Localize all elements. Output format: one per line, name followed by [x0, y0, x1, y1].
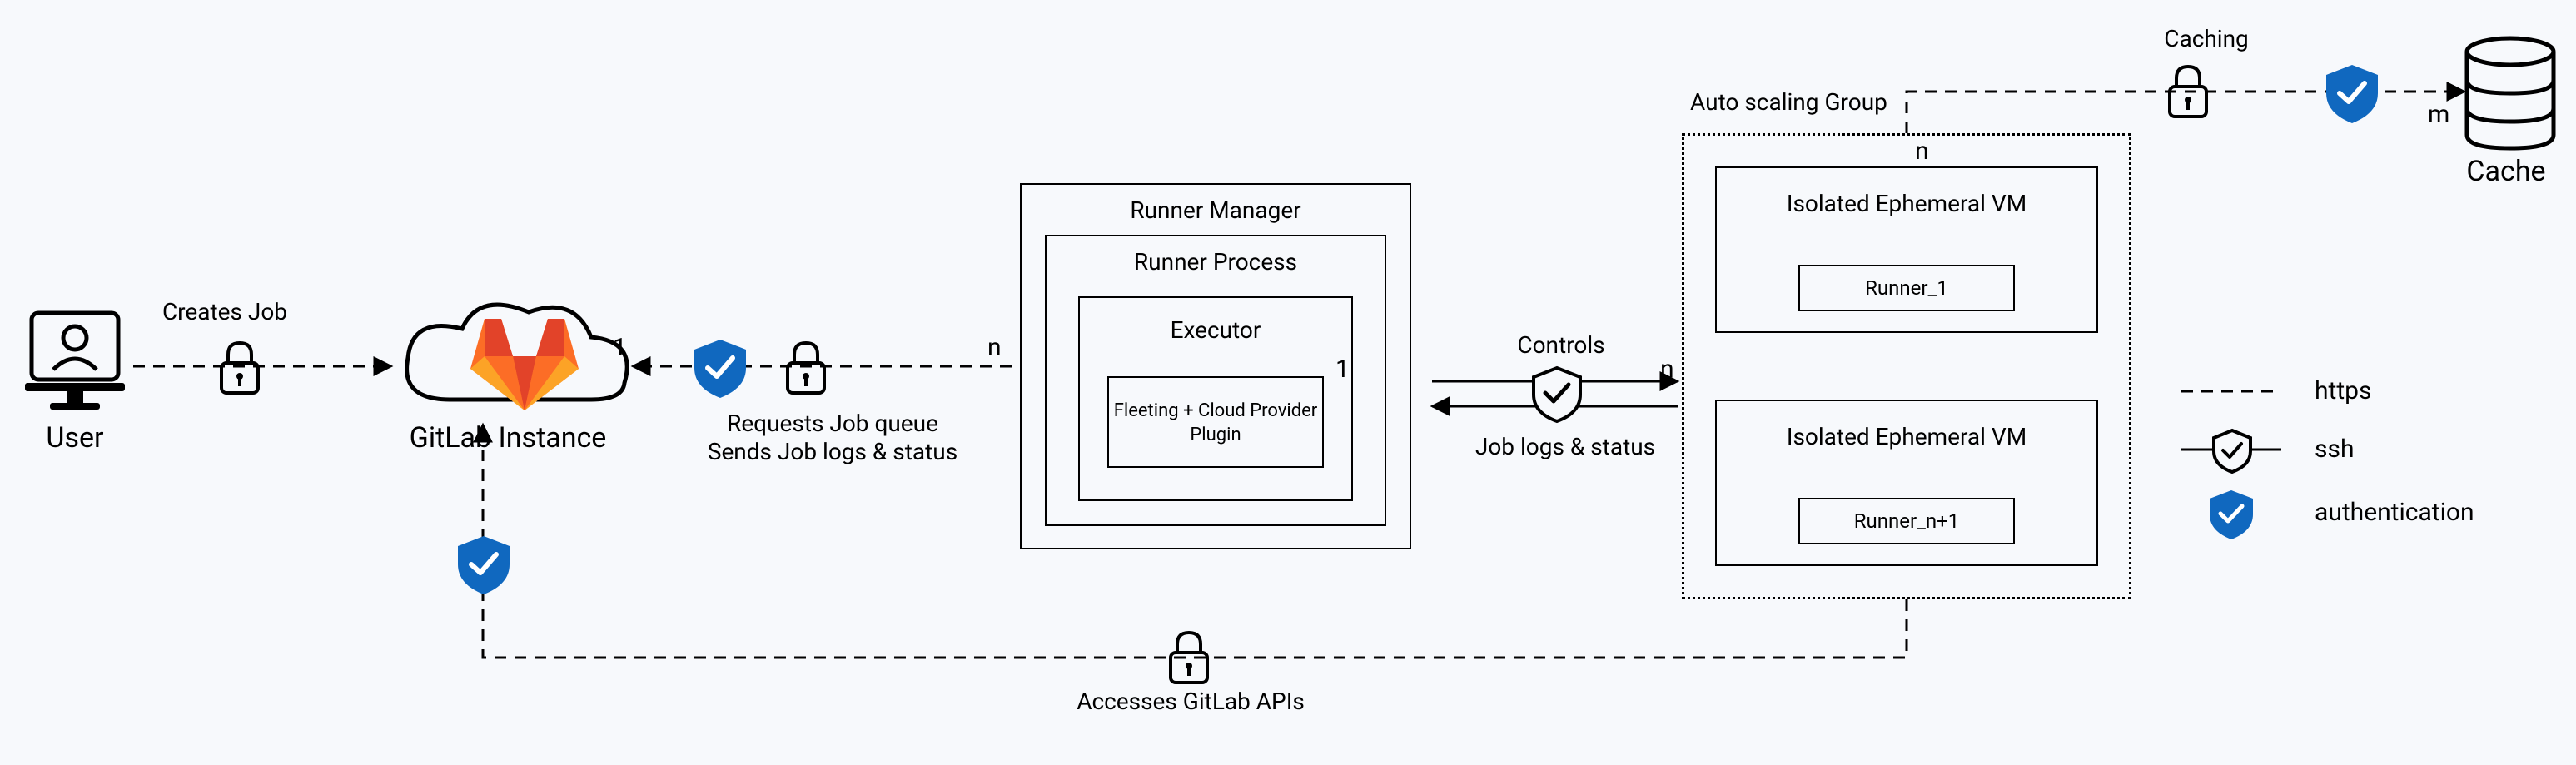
user-icon [25, 313, 125, 410]
lock-icon [221, 343, 258, 393]
legend-https: https [2315, 376, 2371, 405]
executor-plugin-title: Fleeting + Cloud Provider Plugin [1109, 400, 1322, 447]
accesses-apis-label: Accesses GitLab APIs [1024, 688, 1357, 715]
mult-group-left: n [1660, 355, 1674, 384]
requests-queue-line1: Requests Job queue [666, 410, 999, 437]
vm2-runner-box: Runner_n+1 [1798, 498, 2015, 544]
shield-auth-icon [694, 340, 746, 398]
mult-manager-side: n [987, 333, 1002, 362]
requests-queue-line2: Sends Job logs & status [666, 438, 999, 465]
job-logs-status-label: Job logs & status [1440, 433, 1690, 460]
user-label: User [25, 421, 125, 455]
lock-icon [788, 343, 824, 393]
controls-label: Controls [1478, 331, 1644, 359]
executor-title: Executor [1080, 316, 1351, 344]
gitlab-label: GitLab Instance [333, 421, 683, 455]
shield-auth-icon [2326, 65, 2378, 123]
vm1-title: Isolated Ephemeral VM [1717, 190, 2096, 217]
legend-ssh: ssh [2315, 435, 2355, 464]
caching-label: Caching [2131, 25, 2281, 52]
mult-gitlab-side: 1 [613, 333, 627, 362]
vm2-title: Isolated Ephemeral VM [1717, 423, 2096, 450]
executor-plugin-box: Fleeting + Cloud Provider Plugin [1107, 376, 1324, 468]
shield-auth-icon [458, 536, 510, 594]
shield-ssh-icon [1534, 368, 1580, 421]
cache-db-icon [2467, 38, 2554, 148]
shield-auth-icon [2210, 490, 2253, 539]
cache-label: Cache [2431, 155, 2576, 188]
mult-cache-left: m [2428, 100, 2449, 129]
auto-scaling-group-title: Auto scaling Group [1690, 88, 1907, 116]
creates-job-label: Creates Job [133, 298, 316, 325]
runner-process-title: Runner Process [1047, 248, 1385, 276]
gitlab-logo-icon [470, 319, 579, 410]
shield-ssh-icon [2214, 430, 2250, 472]
vm2-runner-label: Runner_n+1 [1800, 509, 2013, 533]
vm1-runner-box: Runner_1 [1798, 265, 2015, 311]
vm1-runner-label: Runner_1 [1800, 276, 2013, 300]
runner-manager-title: Runner Manager [1022, 196, 1410, 224]
legend-auth: authentication [2315, 498, 2474, 527]
